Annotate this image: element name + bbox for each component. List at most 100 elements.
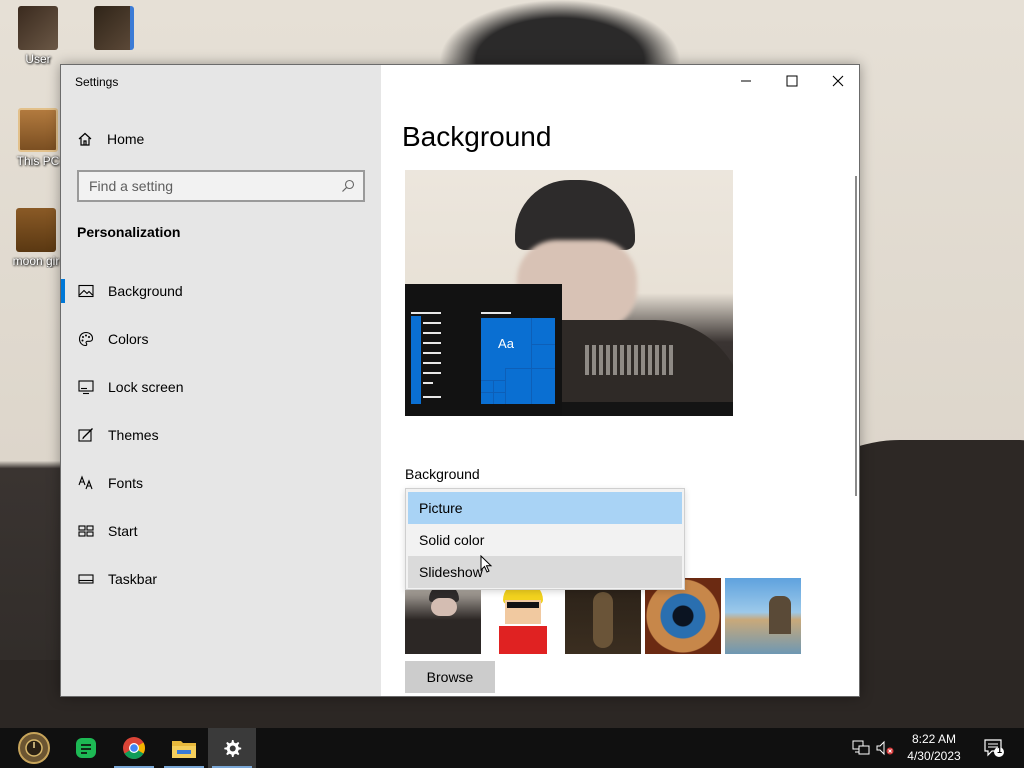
minimize-button[interactable] bbox=[723, 65, 769, 97]
nav-item-label: Taskbar bbox=[108, 571, 158, 587]
mock-line bbox=[423, 396, 441, 398]
settings-search-box[interactable] bbox=[77, 170, 365, 202]
image-detail bbox=[431, 598, 457, 616]
steampunk-clock-icon bbox=[18, 732, 50, 764]
desktop-icon-this-pc[interactable]: This PC bbox=[8, 108, 68, 168]
recent-image-5[interactable] bbox=[725, 578, 801, 654]
home-icon bbox=[78, 132, 92, 146]
start-menu-mock: Aa bbox=[405, 284, 562, 416]
nav-item-label: Colors bbox=[108, 331, 149, 347]
mock-line bbox=[423, 322, 441, 324]
mock-line bbox=[423, 362, 441, 364]
nav-list: Background Colors Lock screen Themes Fon… bbox=[61, 267, 381, 603]
home-label: Home bbox=[107, 131, 145, 147]
nav-item-taskbar[interactable]: Taskbar bbox=[61, 555, 381, 603]
music-folder-icon bbox=[94, 6, 134, 50]
taskbar-clock[interactable]: 8:22 AM 4/30/2023 bbox=[892, 731, 976, 765]
tile-divider bbox=[531, 344, 555, 345]
image-detail bbox=[769, 596, 791, 634]
mock-line bbox=[423, 372, 441, 374]
notes-icon bbox=[76, 738, 96, 758]
nav-item-label: Fonts bbox=[108, 475, 144, 491]
home-link[interactable]: Home bbox=[77, 129, 144, 149]
taskbar-app-settings[interactable] bbox=[208, 728, 256, 768]
mock-line bbox=[423, 352, 441, 354]
desktop-icon-label: This PC bbox=[16, 154, 60, 168]
mock-tiles: Aa bbox=[481, 318, 555, 404]
mock-line bbox=[423, 382, 433, 384]
nav-item-background[interactable]: Background bbox=[61, 267, 381, 315]
window-title: Settings bbox=[75, 75, 119, 89]
mock-line bbox=[411, 312, 441, 314]
clock-date: 4/30/2023 bbox=[907, 749, 961, 763]
nav-item-lock-screen[interactable]: Lock screen bbox=[61, 363, 381, 411]
settings-window: Settings Home Personalization Backg bbox=[60, 64, 860, 697]
tile-divider bbox=[531, 318, 532, 404]
mock-line bbox=[423, 332, 441, 334]
action-center-button[interactable]: 1 bbox=[980, 728, 1008, 768]
section-title: Personalization bbox=[77, 224, 181, 240]
palette-icon bbox=[78, 331, 94, 347]
dropdown-option-solid-color[interactable]: Solid color bbox=[408, 524, 682, 556]
archive-icon bbox=[16, 208, 56, 252]
maximize-icon bbox=[786, 75, 798, 87]
tile-divider bbox=[481, 392, 505, 393]
background-type-dropdown[interactable]: Picture Solid color Slideshow bbox=[405, 488, 685, 590]
desktop-icon-moon-girl[interactable]: moon gir bbox=[6, 208, 66, 268]
close-icon bbox=[832, 75, 844, 87]
settings-nav-pane: Settings Home Personalization Backg bbox=[61, 65, 381, 696]
user-folder-icon bbox=[18, 6, 58, 50]
taskbar: 8:22 AM 4/30/2023 1 bbox=[0, 728, 1024, 768]
close-button[interactable] bbox=[815, 65, 859, 97]
browse-button[interactable]: Browse bbox=[405, 661, 495, 693]
minimize-icon bbox=[741, 80, 751, 82]
tile-divider bbox=[505, 368, 506, 404]
preview-wallpaper-shirt-text bbox=[585, 345, 675, 375]
lock-screen-icon bbox=[78, 380, 94, 395]
clock-time: 8:22 AM bbox=[911, 732, 957, 746]
nav-item-fonts[interactable]: Fonts bbox=[61, 459, 381, 507]
network-icon bbox=[852, 740, 870, 755]
file-explorer-icon bbox=[172, 741, 196, 758]
image-detail bbox=[593, 592, 613, 648]
background-type-label: Background bbox=[405, 466, 480, 482]
taskbar-app-notes[interactable] bbox=[62, 728, 110, 768]
desktop-icon-label: moon gir bbox=[12, 254, 60, 268]
start-icon bbox=[78, 525, 94, 537]
nav-item-label: Background bbox=[108, 283, 183, 299]
mouse-cursor-icon bbox=[480, 555, 493, 573]
network-tray-button[interactable] bbox=[850, 728, 872, 768]
nav-item-label: Themes bbox=[108, 427, 159, 443]
taskbar-icon bbox=[78, 574, 94, 584]
fonts-icon bbox=[78, 475, 93, 490]
themes-icon bbox=[78, 428, 93, 442]
background-preview: Aa bbox=[405, 170, 733, 416]
mock-line bbox=[481, 312, 511, 314]
page-title: Background bbox=[402, 121, 552, 152]
taskbar-app-file-explorer[interactable] bbox=[160, 728, 208, 768]
settings-content-pane: Background Aa Background Picture Solid c… bbox=[381, 65, 859, 696]
search-input[interactable] bbox=[89, 178, 341, 194]
nav-item-colors[interactable]: Colors bbox=[61, 315, 381, 363]
chrome-icon bbox=[123, 737, 145, 759]
dropdown-option-picture[interactable]: Picture bbox=[408, 492, 682, 524]
content-scrollbar[interactable] bbox=[855, 176, 857, 496]
image-detail bbox=[499, 626, 547, 654]
computer-icon bbox=[18, 108, 58, 152]
taskbar-app-clock[interactable] bbox=[10, 728, 58, 768]
search-icon bbox=[342, 179, 355, 192]
tile-divider bbox=[505, 368, 555, 369]
nav-item-themes[interactable]: Themes bbox=[61, 411, 381, 459]
preview-tile-text: Aa bbox=[498, 336, 514, 351]
settings-icon bbox=[224, 740, 242, 757]
nav-item-label: Lock screen bbox=[108, 379, 184, 395]
notification-count-badge: 1 bbox=[997, 745, 1003, 755]
nav-item-start[interactable]: Start bbox=[61, 507, 381, 555]
desktop-icon-music[interactable] bbox=[84, 6, 144, 52]
maximize-button[interactable] bbox=[769, 65, 815, 97]
taskbar-app-chrome[interactable] bbox=[110, 728, 158, 768]
mock-sidebar bbox=[411, 316, 421, 404]
mock-line bbox=[423, 342, 441, 344]
dropdown-option-slideshow[interactable]: Slideshow bbox=[408, 556, 682, 588]
desktop-icon-user[interactable]: User bbox=[8, 6, 68, 66]
